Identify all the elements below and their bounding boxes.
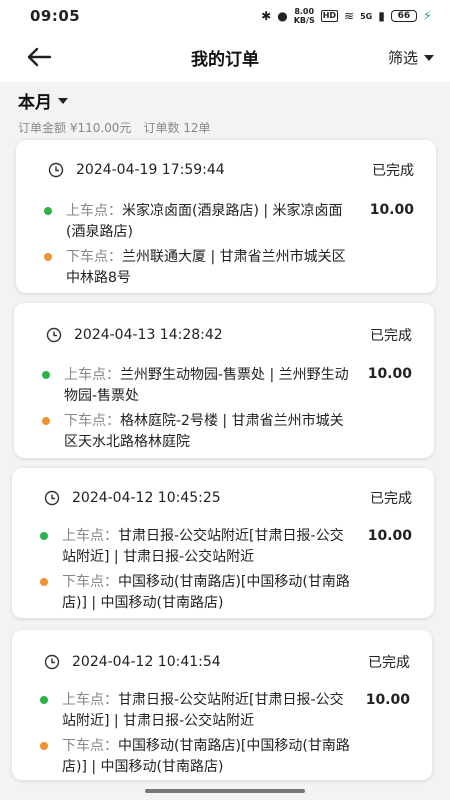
pickup-row: 上车点：甘肃日报-公交站附近[甘肃日报-公交站附近] | 甘肃日报-公交站附近 bbox=[40, 690, 410, 732]
pickup-dot bbox=[42, 371, 50, 379]
pickup-label: 上车点： bbox=[62, 528, 118, 544]
signal-icon: ▮ bbox=[378, 9, 385, 23]
order-count: 订单数 12单 bbox=[143, 121, 211, 135]
dropoff-label: 下车点： bbox=[62, 738, 118, 754]
location-icon: ● bbox=[277, 9, 288, 23]
home-indicator[interactable] bbox=[145, 789, 305, 793]
page-title: 我的订单 bbox=[191, 49, 259, 70]
network-speed-value: 8.00 bbox=[294, 7, 315, 16]
order-summary: 本月 订单金额 ¥110.00元 订单数 12单 bbox=[18, 88, 432, 136]
dropoff-dot bbox=[40, 578, 48, 586]
dropoff-label: 下车点： bbox=[62, 574, 118, 590]
order-amount: 订单金额 ¥110.00元 bbox=[18, 121, 132, 135]
order-card[interactable]: 2024-04-12 10:41:54 已完成 上车点：甘肃日报-公交站附近[甘… bbox=[12, 630, 432, 780]
signal-label: 5G bbox=[360, 11, 373, 21]
filter-button[interactable]: 筛选 bbox=[388, 47, 434, 68]
hd-badge: HD bbox=[320, 10, 339, 22]
dropoff-row: 下车点：兰州联通大厦 | 甘肃省兰州市城关区中林路8号 bbox=[44, 247, 414, 289]
order-price: 10.00 bbox=[367, 528, 412, 544]
dropoff-dot bbox=[42, 417, 50, 425]
order-datetime: 2024-04-12 10:45:25 bbox=[72, 490, 221, 506]
order-price: 10.00 bbox=[369, 202, 414, 218]
chevron-down-icon bbox=[424, 54, 434, 61]
order-datetime: 2024-04-19 17:59:44 bbox=[76, 162, 225, 178]
clock-icon bbox=[46, 327, 62, 343]
dropoff-row: 下车点：中国移动(甘南路店)[中国移动(甘南路店)] | 中国移动(甘南路店) bbox=[40, 736, 410, 778]
clock-icon bbox=[44, 490, 60, 506]
order-datetime: 2024-04-13 14:28:42 bbox=[74, 327, 223, 343]
filter-label: 筛选 bbox=[387, 49, 418, 67]
pickup-row: 上车点：兰州野生动物园-售票处 | 兰州野生动物园-售票处 bbox=[42, 365, 412, 407]
chevron-down-icon bbox=[58, 97, 68, 104]
clock-icon bbox=[48, 162, 64, 178]
pickup-dot bbox=[40, 532, 48, 540]
order-card[interactable]: 2024-04-13 14:28:42 已完成 上车点：兰州野生动物园-售票处 … bbox=[14, 303, 434, 458]
dropoff-label: 下车点： bbox=[66, 249, 122, 265]
status-icons: ✱ ● 8.00 KB/S HD ≋ 5G ▮ 66 ⚡ bbox=[261, 7, 432, 25]
battery-icon: 66 bbox=[390, 10, 417, 22]
order-datetime: 2024-04-12 10:41:54 bbox=[72, 654, 221, 670]
month-selector[interactable]: 本月 bbox=[18, 88, 68, 113]
month-label: 本月 bbox=[18, 93, 52, 113]
bluetooth-icon: ✱ bbox=[261, 9, 272, 23]
network-speed-unit: KB/S bbox=[293, 16, 315, 25]
dropoff-dot bbox=[40, 742, 48, 750]
charging-icon: ⚡ bbox=[422, 8, 432, 24]
back-arrow-icon[interactable] bbox=[24, 42, 54, 72]
pickup-label: 上车点： bbox=[66, 203, 122, 219]
pickup-row: 上车点：甘肃日报-公交站附近[甘肃日报-公交站附近] | 甘肃日报-公交站附近 bbox=[40, 526, 412, 568]
nav-bar: 我的订单 筛选 bbox=[0, 32, 450, 82]
pickup-dot bbox=[40, 696, 48, 704]
pickup-label: 上车点： bbox=[62, 692, 118, 708]
order-status: 已完成 bbox=[370, 328, 412, 344]
dropoff-row: 下车点：格林庭院-2号楼 | 甘肃省兰州市城关区天水北路格林庭院 bbox=[42, 411, 412, 453]
status-time: 09:05 bbox=[30, 7, 81, 25]
order-price: 10.00 bbox=[365, 692, 410, 708]
dropoff-label: 下车点： bbox=[64, 413, 120, 429]
network-speed: 8.00 KB/S bbox=[294, 7, 315, 25]
pickup-label: 上车点： bbox=[64, 367, 120, 383]
order-status: 已完成 bbox=[370, 491, 412, 507]
dropoff-dot bbox=[44, 253, 52, 261]
order-card[interactable]: 2024-04-12 10:45:25 已完成 上车点：甘肃日报-公交站附近[甘… bbox=[12, 468, 434, 618]
clock-icon bbox=[44, 654, 60, 670]
order-price: 10.00 bbox=[367, 366, 412, 382]
dropoff-row: 下车点：中国移动(甘南路店)[中国移动(甘南路店)] | 中国移动(甘南路店) bbox=[40, 572, 412, 614]
order-status: 已完成 bbox=[368, 655, 410, 671]
order-status: 已完成 bbox=[372, 163, 414, 179]
pickup-dot bbox=[44, 207, 52, 215]
wifi-icon: ≋ bbox=[344, 9, 355, 23]
order-card[interactable]: 2024-04-19 17:59:44 已完成 上车点：米家凉卤面(酒泉路店) … bbox=[16, 140, 436, 293]
summary-line: 订单金额 ¥110.00元 订单数 12单 bbox=[18, 119, 432, 136]
status-bar: 09:05 ✱ ● 8.00 KB/S HD ≋ 5G ▮ 66 ⚡ bbox=[0, 0, 450, 32]
pickup-row: 上车点：米家凉卤面(酒泉路店) | 米家凉卤面(酒泉路店) bbox=[44, 201, 414, 243]
